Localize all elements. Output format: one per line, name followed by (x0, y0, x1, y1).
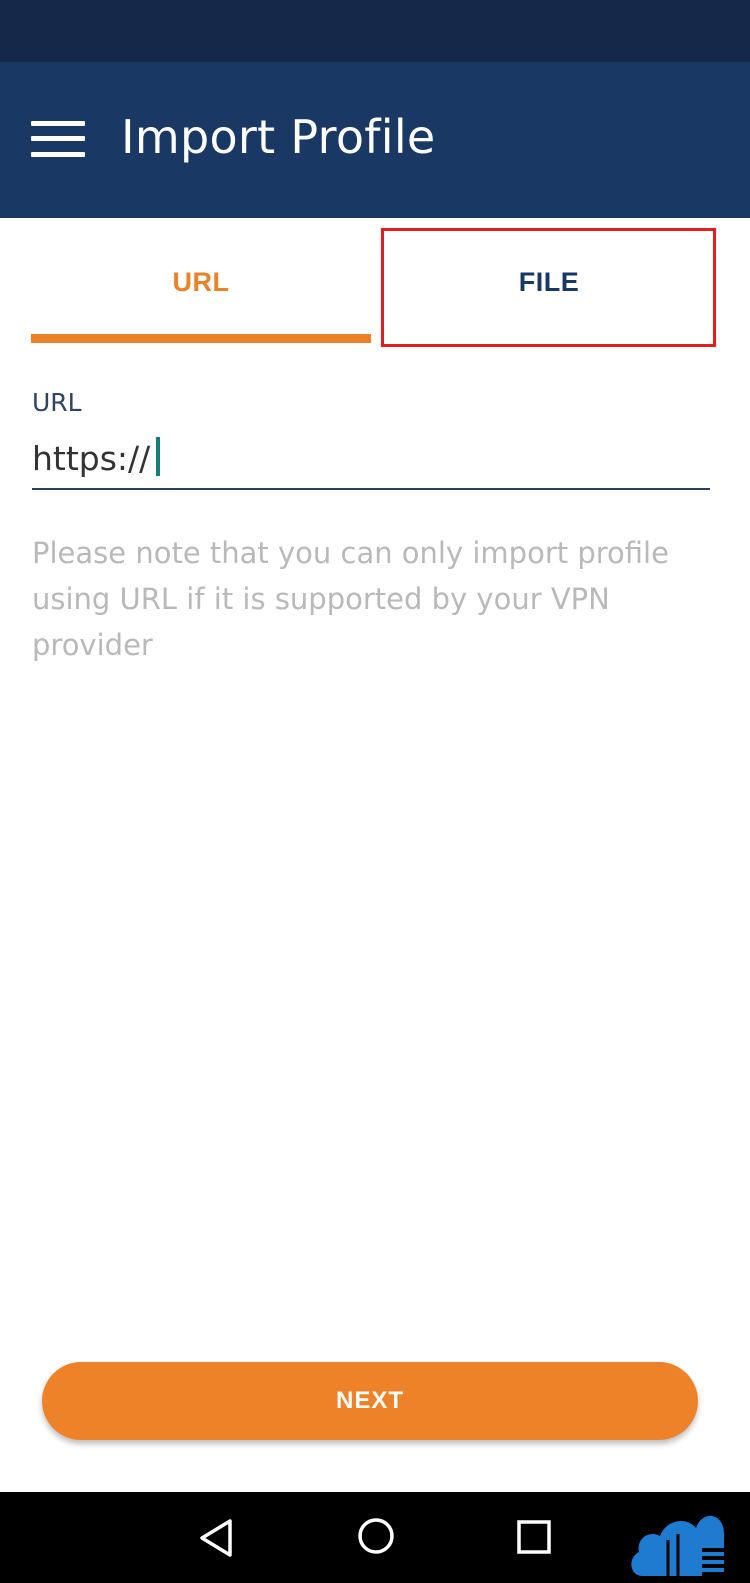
url-field-label: URL (32, 388, 82, 417)
hamburger-menu-icon[interactable] (31, 121, 85, 157)
page-title: Import Profile (121, 110, 436, 164)
next-button[interactable]: NEXT (42, 1362, 698, 1440)
tab-file[interactable]: FILE (381, 218, 717, 346)
tab-url[interactable]: URL (31, 218, 371, 346)
url-import-note: Please note that you can only import pro… (32, 536, 669, 662)
app-bar: Import Profile (0, 62, 750, 218)
tab-bar: URL FILE (0, 218, 750, 346)
text-cursor (156, 437, 160, 476)
tab-selected-indicator (31, 334, 371, 343)
back-icon[interactable] (196, 1517, 236, 1559)
home-icon[interactable] (356, 1516, 396, 1556)
url-input[interactable] (32, 428, 710, 490)
recents-icon[interactable] (516, 1519, 552, 1555)
status-bar (0, 0, 750, 62)
cloud-logo (631, 1515, 728, 1576)
system-nav-bar (0, 1492, 750, 1583)
